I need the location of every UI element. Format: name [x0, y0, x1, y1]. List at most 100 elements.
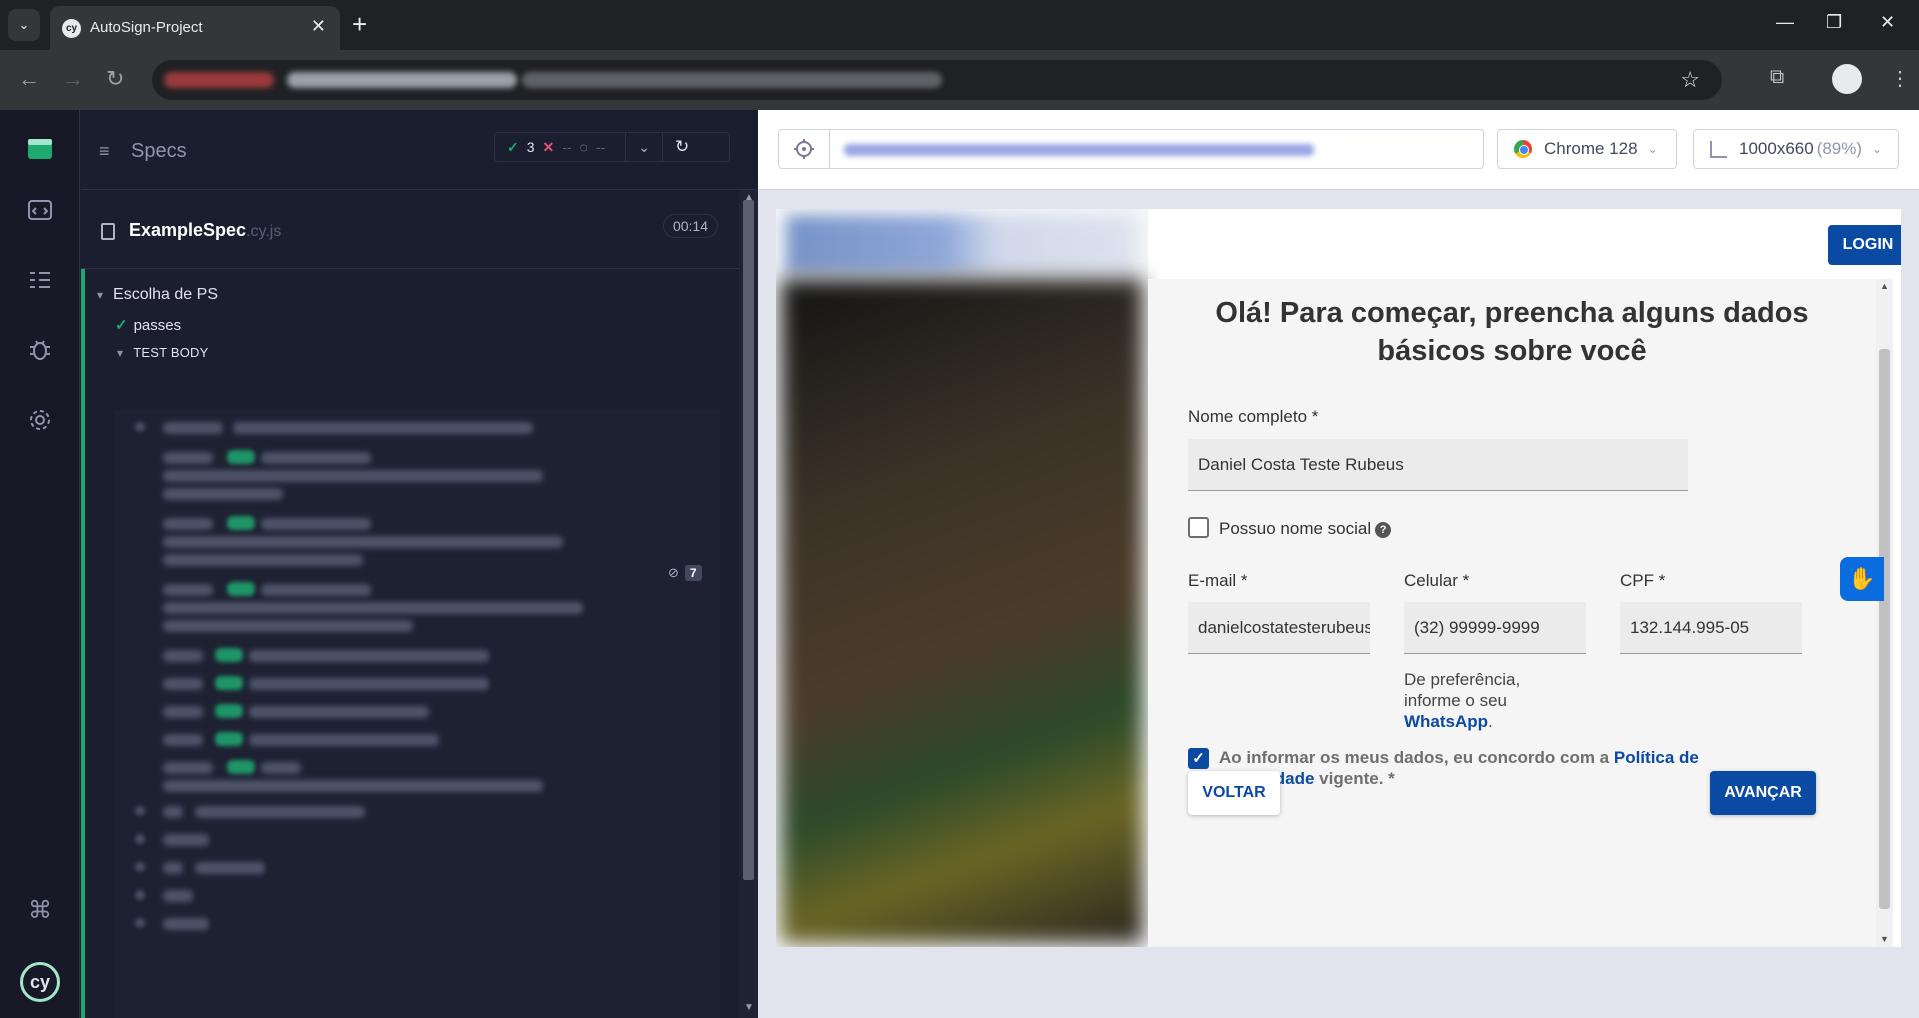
command-log-panel: ≡ Specs ✓ 3 ✕ -- ◌ -- ⌄ ↻ ExampleSpec.cy.js… — [81, 110, 758, 1018]
test-row[interactable]: ✓ passes — [115, 316, 181, 334]
chevron-down-icon: ⌄ — [1647, 142, 1658, 156]
spec-file-row: ExampleSpec.cy.js 00:14 — [81, 190, 758, 269]
phone-input[interactable]: (32) 99999-9999 — [1404, 602, 1586, 654]
tab-search-button[interactable]: ⌄ — [8, 9, 40, 41]
minimize-button[interactable]: — — [1776, 12, 1794, 33]
failed-count: -- — [562, 139, 572, 155]
specs-list-icon[interactable]: ≡ — [99, 141, 110, 162]
email-input[interactable]: danielcostatesterubeus — [1188, 602, 1370, 654]
reporter-header: ≡ Specs ✓ 3 ✕ -- ◌ -- ⌄ ↻ — [81, 110, 758, 190]
chrome-icon — [1514, 140, 1532, 158]
cypress-side-nav: ⌘ cy — [0, 110, 80, 1018]
chevron-down-icon: ▾ — [117, 346, 124, 360]
cypress-logo-icon: cy — [20, 962, 60, 1002]
phone-label: Celular * — [1404, 571, 1470, 590]
full-name-input[interactable]: Daniel Costa Teste Rubeus — [1188, 439, 1688, 491]
spec-extension: .cy.js — [246, 223, 282, 240]
accessibility-sign-language-icon[interactable]: ✋ — [1840, 557, 1884, 601]
rerun-button[interactable]: ↻ — [663, 133, 701, 161]
failed-x-icon: ✕ — [542, 138, 555, 155]
project-icon[interactable] — [20, 130, 60, 170]
security-chip[interactable] — [164, 72, 274, 88]
next-button[interactable]: AVANÇAR — [1710, 771, 1816, 815]
aut-panel: Chrome 128 ⌄ 1000x660 (89%) ⌄ LOGIN Olá!… — [758, 110, 1919, 1018]
signup-panel: LOGIN Olá! Para começar, preencha alguns… — [1148, 209, 1901, 947]
suite-row[interactable]: ▾ Escolha de PS — [97, 286, 218, 304]
aut-url-bar[interactable] — [830, 129, 1484, 169]
address-text — [287, 72, 517, 88]
new-tab-button[interactable]: + — [352, 9, 367, 39]
tab-title: AutoSign-Project — [90, 19, 203, 36]
back-button[interactable]: VOLTAR — [1188, 771, 1280, 815]
privacy-consent-checkbox[interactable]: ✓ — [1188, 748, 1209, 769]
privacy-consent-text: Ao informar os meus dados, eu concordo c… — [1219, 748, 1699, 788]
aut-iframe: LOGIN Olá! Para começar, preencha alguns… — [776, 209, 1901, 947]
cypress-favicon-icon: cy — [62, 19, 81, 38]
spec-name: ExampleSpec — [129, 220, 247, 240]
test-title: passes — [133, 317, 182, 334]
scroll-up-arrow-icon[interactable]: ▲ — [1880, 281, 1889, 291]
runs-nav-icon[interactable] — [20, 260, 60, 300]
bookmark-star-icon[interactable]: ☆ — [1680, 67, 1700, 93]
chevron-down-icon: ⌄ — [1872, 142, 1883, 156]
side-banner — [776, 209, 1148, 947]
address-bar[interactable]: ☆ — [152, 60, 1722, 100]
aut-url-text — [844, 144, 1314, 156]
cpf-input[interactable]: 132.144.995-05 — [1620, 602, 1802, 654]
privacy-policy-link[interactable]: Política de — [1614, 748, 1699, 767]
viewport-info[interactable]: 1000x660 (89%) ⌄ — [1693, 129, 1899, 169]
spec-file-icon — [101, 223, 115, 240]
profile-avatar-icon[interactable] — [1832, 64, 1862, 94]
social-name-checkbox[interactable] — [1188, 517, 1209, 538]
extensions-icon[interactable]: ⧉ — [1770, 66, 1784, 89]
suite-title: Escolha de PS — [113, 286, 218, 303]
crosshair-icon — [794, 139, 814, 159]
scrollbar-thumb[interactable] — [743, 200, 754, 880]
browser-name: Chrome 128 — [1544, 139, 1638, 158]
maximize-button[interactable]: ❐ — [1826, 12, 1842, 33]
form-scrollbar-thumb[interactable] — [1879, 349, 1890, 909]
settings-gear-icon[interactable] — [20, 400, 60, 440]
chevron-down-icon: ▾ — [97, 288, 104, 302]
collapse-all-button[interactable]: ⌄ — [626, 133, 663, 161]
browser-tab[interactable]: cy AutoSign-Project ✕ — [50, 6, 340, 50]
ruler-icon — [1710, 140, 1727, 158]
specs-label[interactable]: Specs — [131, 140, 187, 163]
login-button[interactable]: LOGIN — [1828, 225, 1901, 265]
forward-icon[interactable]: → — [62, 66, 84, 92]
spec-duration: 00:14 — [662, 214, 718, 238]
test-stats: ✓ 3 ✕ -- ◌ -- ⌄ ↻ — [494, 132, 730, 162]
banner-photo — [781, 279, 1143, 943]
specs-nav-icon[interactable] — [20, 190, 60, 230]
help-question-icon[interactable]: ? — [1375, 522, 1392, 538]
chrome-menu-icon[interactable]: ⋮ — [1890, 66, 1910, 91]
pending-icon: ◌ — [579, 139, 588, 155]
reporter-scrollbar[interactable]: ▲ ▼ — [739, 190, 758, 1018]
close-window-button[interactable]: ✕ — [1880, 12, 1895, 33]
browser-selector[interactable]: Chrome 128 ⌄ — [1497, 129, 1677, 169]
viewport-scale: (89%) — [1816, 139, 1863, 158]
close-tab-icon[interactable]: ✕ — [311, 16, 326, 37]
social-name-label: Possuo nome social — [1219, 519, 1372, 538]
email-label: E-mail * — [1188, 571, 1248, 590]
selector-playground-button[interactable] — [778, 129, 830, 169]
scroll-down-arrow-icon[interactable]: ▼ — [744, 1002, 754, 1013]
debug-nav-icon[interactable] — [20, 330, 60, 370]
hidden-logs-badge[interactable]: ⊘ 7 — [668, 565, 702, 581]
passed-check-icon: ✓ — [507, 138, 519, 155]
passed-check-icon: ✓ — [115, 317, 128, 334]
cpf-label: CPF * — [1620, 571, 1666, 590]
browser-tab-bar: ⌄ cy AutoSign-Project ✕ + — ❐ ✕ — [0, 0, 1919, 50]
signup-form: Olá! Para começar, preencha alguns dados… — [1148, 279, 1876, 947]
scroll-down-arrow-icon[interactable]: ▼ — [1880, 934, 1889, 944]
reload-icon[interactable]: ↻ — [106, 66, 124, 92]
aut-header: Chrome 128 ⌄ 1000x660 (89%) ⌄ — [758, 110, 1919, 190]
test-body-row[interactable]: ▾ TEST BODY — [117, 345, 208, 360]
keyboard-shortcuts-icon[interactable]: ⌘ — [20, 890, 60, 930]
form-scrollbar[interactable]: ▲ ▼ — [1876, 279, 1893, 947]
form-title: Olá! Para começar, preencha alguns dados… — [1215, 297, 1809, 367]
passed-count: 3 — [526, 139, 535, 155]
whatsapp-link[interactable]: WhatsApp — [1404, 712, 1488, 731]
name-label: Nome completo * — [1188, 407, 1319, 426]
back-icon[interactable]: ← — [18, 66, 40, 92]
